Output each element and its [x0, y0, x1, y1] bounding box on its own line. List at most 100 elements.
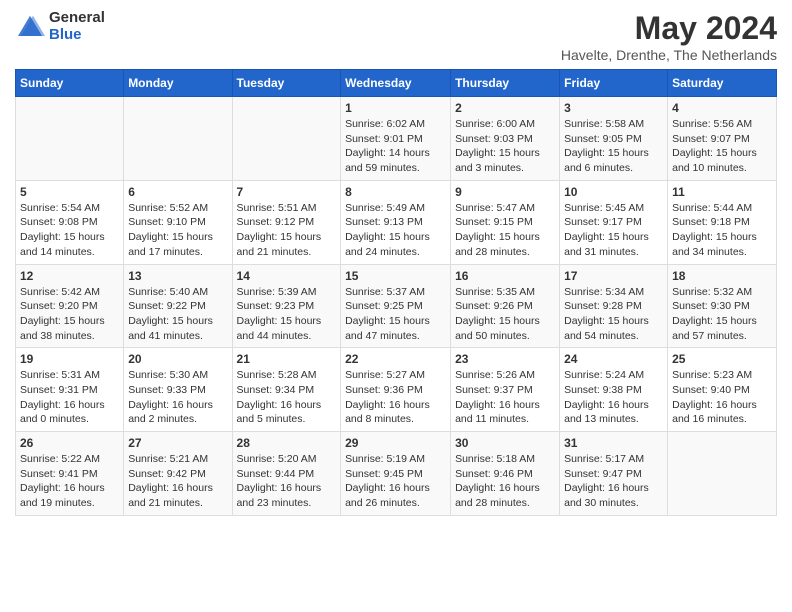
day-detail: Sunrise: 5:51 AM Sunset: 9:12 PM Dayligh…	[237, 201, 337, 260]
main-title: May 2024	[561, 10, 777, 47]
day-cell: 10Sunrise: 5:45 AM Sunset: 9:17 PM Dayli…	[560, 180, 668, 264]
day-cell: 30 Sunrise: 5:18 AM Sunset: 9:46 PM Dayli…	[451, 432, 560, 516]
week-row-4: 19Sunrise: 5:31 AM Sunset: 9:31 PM Dayli…	[16, 348, 777, 432]
header-cell-saturday: Saturday	[668, 70, 777, 97]
day-cell: 17 Sunrise: 5:34 AM Sunset: 9:28 PM Dayli…	[560, 264, 668, 348]
day-cell: 8Sunrise: 5:49 AM Sunset: 9:13 PM Daylig…	[341, 180, 451, 264]
header-cell-sunday: Sunday	[16, 70, 124, 97]
day-detail: Sunrise: 5:28 AM Sunset: 9:34 PM Dayligh…	[237, 368, 337, 427]
header-cell-monday: Monday	[124, 70, 232, 97]
day-number: 31	[564, 436, 663, 450]
logo-general-text: General	[49, 10, 105, 27]
day-cell: 18 Sunrise: 5:32 AM Sunset: 9:30 PM Dayli…	[668, 264, 777, 348]
day-number: 9	[455, 185, 555, 199]
week-row-3: 12 Sunrise: 5:42 AM Sunset: 9:20 PM Dayli…	[16, 264, 777, 348]
calendar-header: SundayMondayTuesdayWednesdayThursdayFrid…	[16, 70, 777, 97]
day-number: 3	[564, 101, 663, 115]
day-detail: Sunrise: 6:00 AM Sunset: 9:03 PM Dayligh…	[455, 117, 555, 176]
day-detail: Sunrise: 5:37 AM Sunset: 9:25 PM Dayligh…	[345, 285, 446, 344]
day-detail: Sunrise: 5:24 AM Sunset: 9:38 PM Dayligh…	[564, 368, 663, 427]
day-cell	[668, 432, 777, 516]
day-detail: Sunrise: 6:02 AM Sunset: 9:01 PM Dayligh…	[345, 117, 446, 176]
page-header: General Blue May 2024 Havelte, Drenthe, …	[15, 10, 777, 63]
day-number: 13	[128, 269, 227, 283]
calendar-table: SundayMondayTuesdayWednesdayThursdayFrid…	[15, 69, 777, 516]
header-cell-tuesday: Tuesday	[232, 70, 341, 97]
day-cell: 25Sunrise: 5:23 AM Sunset: 9:40 PM Dayli…	[668, 348, 777, 432]
title-block: May 2024 Havelte, Drenthe, The Netherlan…	[561, 10, 777, 63]
day-detail: Sunrise: 5:30 AM Sunset: 9:33 PM Dayligh…	[128, 368, 227, 427]
day-number: 18	[672, 269, 772, 283]
day-number: 6	[128, 185, 227, 199]
day-cell: 13 Sunrise: 5:40 AM Sunset: 9:22 PM Dayli…	[124, 264, 232, 348]
day-cell: 1 Sunrise: 6:02 AM Sunset: 9:01 PM Daylig…	[341, 97, 451, 181]
day-number: 12	[20, 269, 119, 283]
day-detail: Sunrise: 5:31 AM Sunset: 9:31 PM Dayligh…	[20, 368, 119, 427]
day-cell: 9 Sunrise: 5:47 AM Sunset: 9:15 PM Daylig…	[451, 180, 560, 264]
day-number: 22	[345, 352, 446, 366]
day-detail: Sunrise: 5:34 AM Sunset: 9:28 PM Dayligh…	[564, 285, 663, 344]
week-row-2: 5 Sunrise: 5:54 AM Sunset: 9:08 PM Daylig…	[16, 180, 777, 264]
day-cell: 6 Sunrise: 5:52 AM Sunset: 9:10 PM Daylig…	[124, 180, 232, 264]
day-detail: Sunrise: 5:56 AM Sunset: 9:07 PM Dayligh…	[672, 117, 772, 176]
day-number: 2	[455, 101, 555, 115]
day-detail: Sunrise: 5:49 AM Sunset: 9:13 PM Dayligh…	[345, 201, 446, 260]
day-detail: Sunrise: 5:18 AM Sunset: 9:46 PM Dayligh…	[455, 452, 555, 511]
header-cell-thursday: Thursday	[451, 70, 560, 97]
day-detail: Sunrise: 5:40 AM Sunset: 9:22 PM Dayligh…	[128, 285, 227, 344]
day-cell: 27 Sunrise: 5:21 AM Sunset: 9:42 PM Dayli…	[124, 432, 232, 516]
day-cell: 28Sunrise: 5:20 AM Sunset: 9:44 PM Dayli…	[232, 432, 341, 516]
day-cell: 23 Sunrise: 5:26 AM Sunset: 9:37 PM Dayli…	[451, 348, 560, 432]
day-number: 16	[455, 269, 555, 283]
day-cell: 4 Sunrise: 5:56 AM Sunset: 9:07 PM Daylig…	[668, 97, 777, 181]
day-detail: Sunrise: 5:22 AM Sunset: 9:41 PM Dayligh…	[20, 452, 119, 511]
week-row-5: 26 Sunrise: 5:22 AM Sunset: 9:41 PM Dayli…	[16, 432, 777, 516]
day-detail: Sunrise: 5:54 AM Sunset: 9:08 PM Dayligh…	[20, 201, 119, 260]
day-cell	[232, 97, 341, 181]
day-detail: Sunrise: 5:47 AM Sunset: 9:15 PM Dayligh…	[455, 201, 555, 260]
day-detail: Sunrise: 5:44 AM Sunset: 9:18 PM Dayligh…	[672, 201, 772, 260]
day-cell: 20 Sunrise: 5:30 AM Sunset: 9:33 PM Dayli…	[124, 348, 232, 432]
day-detail: Sunrise: 5:52 AM Sunset: 9:10 PM Dayligh…	[128, 201, 227, 260]
day-cell	[16, 97, 124, 181]
day-cell: 31 Sunrise: 5:17 AM Sunset: 9:47 PM Dayli…	[560, 432, 668, 516]
day-cell: 3Sunrise: 5:58 AM Sunset: 9:05 PM Daylig…	[560, 97, 668, 181]
day-detail: Sunrise: 5:42 AM Sunset: 9:20 PM Dayligh…	[20, 285, 119, 344]
day-cell: 7Sunrise: 5:51 AM Sunset: 9:12 PM Daylig…	[232, 180, 341, 264]
day-detail: Sunrise: 5:19 AM Sunset: 9:45 PM Dayligh…	[345, 452, 446, 511]
header-row: SundayMondayTuesdayWednesdayThursdayFrid…	[16, 70, 777, 97]
day-number: 11	[672, 185, 772, 199]
day-number: 26	[20, 436, 119, 450]
day-detail: Sunrise: 5:39 AM Sunset: 9:23 PM Dayligh…	[237, 285, 337, 344]
day-detail: Sunrise: 5:21 AM Sunset: 9:42 PM Dayligh…	[128, 452, 227, 511]
week-row-1: 1 Sunrise: 6:02 AM Sunset: 9:01 PM Daylig…	[16, 97, 777, 181]
day-detail: Sunrise: 5:17 AM Sunset: 9:47 PM Dayligh…	[564, 452, 663, 511]
day-number: 1	[345, 101, 446, 115]
day-number: 27	[128, 436, 227, 450]
day-number: 14	[237, 269, 337, 283]
day-number: 30	[455, 436, 555, 450]
logo-blue-text: Blue	[49, 27, 105, 44]
logo-icon	[15, 12, 45, 42]
day-number: 15	[345, 269, 446, 283]
day-cell: 12 Sunrise: 5:42 AM Sunset: 9:20 PM Dayli…	[16, 264, 124, 348]
day-number: 5	[20, 185, 119, 199]
subtitle: Havelte, Drenthe, The Netherlands	[561, 47, 777, 63]
day-number: 29	[345, 436, 446, 450]
day-detail: Sunrise: 5:35 AM Sunset: 9:26 PM Dayligh…	[455, 285, 555, 344]
day-number: 4	[672, 101, 772, 115]
day-cell: 15 Sunrise: 5:37 AM Sunset: 9:25 PM Dayli…	[341, 264, 451, 348]
day-cell: 19Sunrise: 5:31 AM Sunset: 9:31 PM Dayli…	[16, 348, 124, 432]
day-cell: 5 Sunrise: 5:54 AM Sunset: 9:08 PM Daylig…	[16, 180, 124, 264]
day-cell: 11 Sunrise: 5:44 AM Sunset: 9:18 PM Dayli…	[668, 180, 777, 264]
day-detail: Sunrise: 5:27 AM Sunset: 9:36 PM Dayligh…	[345, 368, 446, 427]
day-detail: Sunrise: 5:26 AM Sunset: 9:37 PM Dayligh…	[455, 368, 555, 427]
day-cell: 2 Sunrise: 6:00 AM Sunset: 9:03 PM Daylig…	[451, 97, 560, 181]
day-number: 20	[128, 352, 227, 366]
day-detail: Sunrise: 5:32 AM Sunset: 9:30 PM Dayligh…	[672, 285, 772, 344]
day-number: 28	[237, 436, 337, 450]
day-cell: 14 Sunrise: 5:39 AM Sunset: 9:23 PM Dayli…	[232, 264, 341, 348]
day-number: 17	[564, 269, 663, 283]
day-number: 24	[564, 352, 663, 366]
day-number: 23	[455, 352, 555, 366]
